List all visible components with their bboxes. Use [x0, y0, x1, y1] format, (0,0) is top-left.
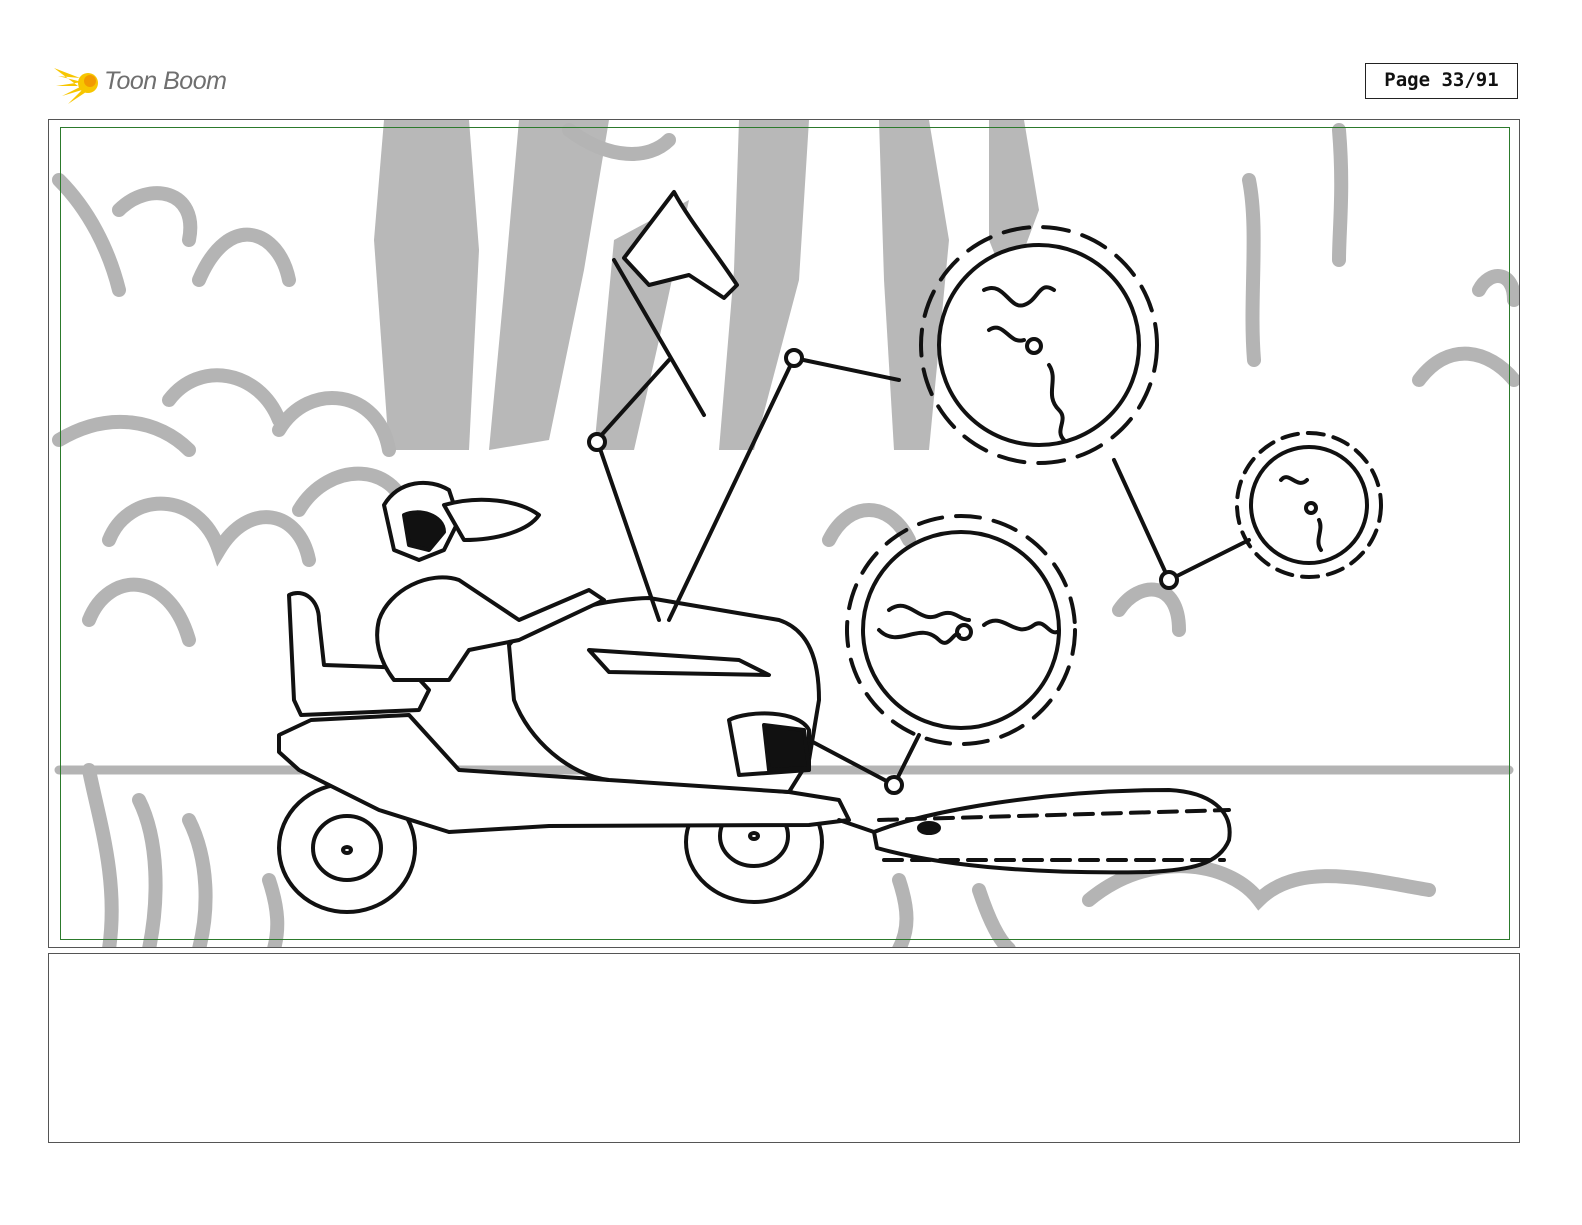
- panel-sketch: [52, 120, 1519, 947]
- storyboard-panel: [48, 119, 1520, 948]
- toon-boom-logo: Toon Boom: [52, 56, 252, 108]
- comet-icon: [54, 68, 98, 104]
- brand-name: Toon Boom: [104, 67, 227, 95]
- page-indicator: Page 33/91: [1365, 63, 1518, 99]
- panel-notes-box: [48, 953, 1520, 1143]
